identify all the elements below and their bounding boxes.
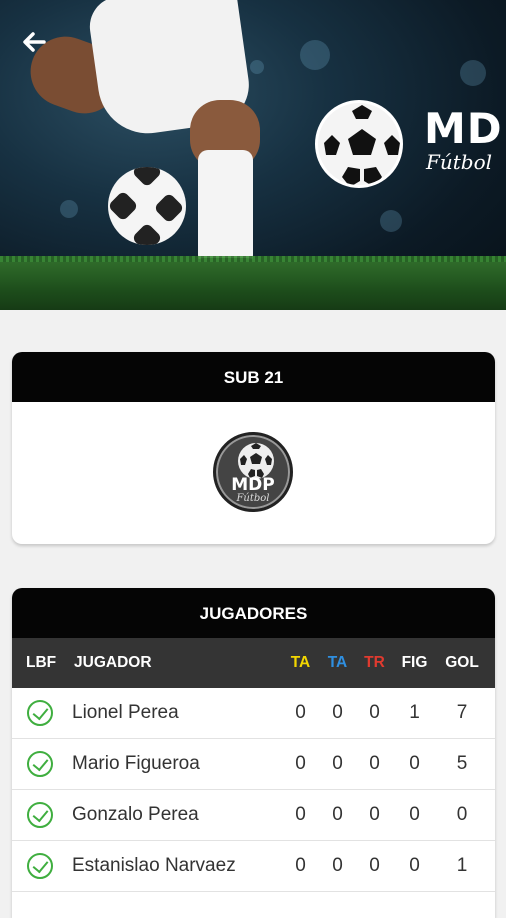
player-name: Gonzalo Perea [72, 804, 199, 825]
stat-ta-yellow: 0 [295, 855, 306, 876]
category-title: SUB 21 [12, 352, 495, 402]
stat-gol: 7 [456, 702, 468, 723]
player-name: Estanislao Narvaez [72, 855, 236, 876]
stat-gol: 1 [456, 855, 468, 876]
stat-ta-yellow: 0 [295, 753, 306, 774]
hero-banner: MDP Fútbol [0, 0, 506, 310]
check-circle-icon [27, 751, 53, 777]
stat-ta-blue: 0 [332, 753, 343, 774]
column-header-fig: FIG [401, 654, 428, 671]
back-button[interactable] [14, 22, 54, 62]
stat-tr: 0 [369, 804, 380, 825]
stat-ta-yellow: 0 [295, 804, 306, 825]
brand-logo-ball [315, 100, 403, 188]
column-header-jugador: JUGADOR [74, 654, 152, 671]
stat-tr: 0 [369, 753, 380, 774]
stat-fig: 0 [409, 753, 420, 774]
stat-gol: 5 [456, 753, 468, 774]
stat-ta-blue: 0 [332, 855, 343, 876]
stat-ta-yellow: 0 [295, 702, 306, 723]
table-row[interactable]: Gonzalo Perea 0 0 0 0 0 [12, 790, 495, 841]
stat-ta-blue: 0 [332, 804, 343, 825]
stat-fig: 1 [409, 702, 420, 723]
brand-logo-sub: Fútbol [426, 150, 493, 174]
soccer-ball-image [108, 167, 186, 245]
arrow-left-icon [23, 32, 46, 52]
players-title: JUGADORES [12, 588, 495, 638]
brand-logo-text: MDP [424, 104, 506, 153]
player-name: Lionel Perea [72, 702, 179, 723]
team-logo-sub: Fútbol [236, 493, 270, 504]
team-logo: MDP Fútbol [213, 432, 293, 512]
stat-fig: 0 [409, 804, 420, 825]
stat-gol: 0 [456, 804, 468, 825]
column-header-gol: GOL [445, 654, 479, 671]
grass-field [0, 262, 506, 310]
stat-tr: 0 [369, 855, 380, 876]
team-logo-text: MDP [231, 475, 275, 495]
check-circle-icon [27, 700, 53, 726]
category-card: SUB 21 MDP Fútbol [12, 352, 495, 544]
table-row[interactable]: Lionel Perea 0 0 0 1 7 [12, 688, 495, 739]
player-name: Mario Figueroa [72, 753, 200, 774]
stat-ta-blue: 0 [332, 702, 343, 723]
stat-fig: 0 [409, 855, 420, 876]
players-card: JUGADORES LBF JUGADOR TA TA TR FIG GOL L… [12, 588, 495, 918]
check-circle-icon [27, 802, 53, 828]
column-header-tr: TR [364, 654, 385, 671]
table-row[interactable]: Estanislao Narvaez 0 0 0 0 1 [12, 841, 495, 892]
table-row[interactable]: Mario Figueroa 0 0 0 0 5 [12, 739, 495, 790]
table-header: LBF JUGADOR TA TA TR FIG GOL [12, 638, 495, 688]
check-circle-icon [27, 853, 53, 879]
team-logo-ball [238, 443, 274, 479]
stat-tr: 0 [369, 702, 380, 723]
column-header-ta-blue: TA [327, 654, 348, 671]
column-header-ta-yellow: TA [290, 654, 311, 671]
column-header-lbf: LBF [26, 654, 57, 671]
